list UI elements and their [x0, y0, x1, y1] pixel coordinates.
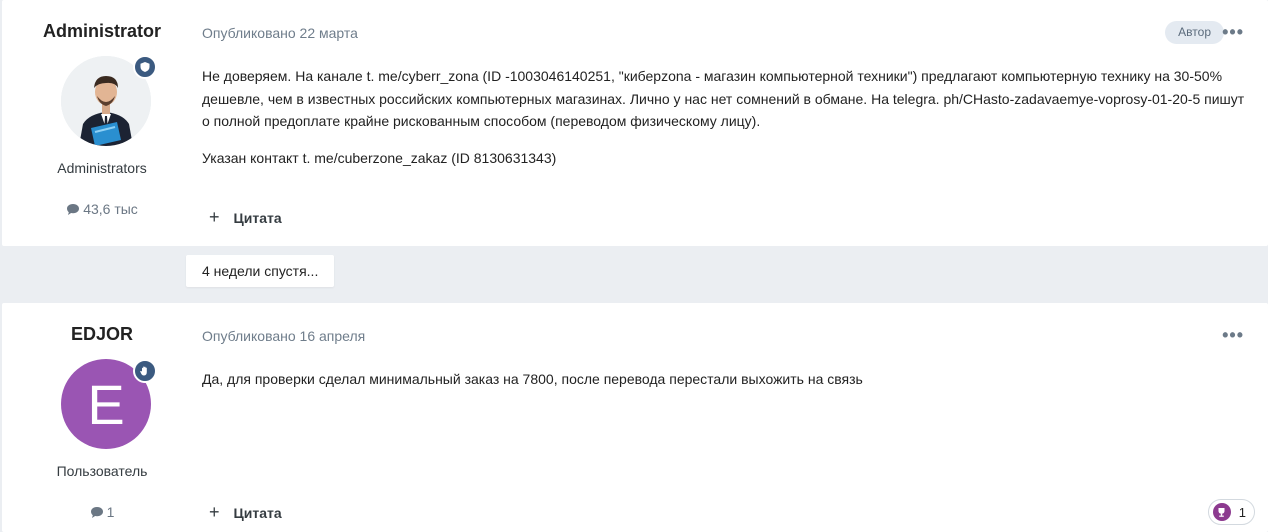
ellipsis-icon: ••• [1222, 325, 1244, 345]
post-count-value: 43,6 тыс [83, 201, 138, 217]
post: Administrator Administrators 43,6 тыс Оп… [2, 0, 1268, 246]
post-count: 1 [2, 504, 202, 520]
post-paragraph: Указан контакт t. me/cuberzone_zakaz (ID… [202, 149, 557, 166]
author-group: Administrators [57, 160, 147, 176]
author-badge: Автор [1165, 21, 1224, 44]
post-content: Не доверяем. На канале t. me/cyberr_zona… [202, 65, 1248, 183]
reaction-button[interactable]: 1 [1207, 499, 1255, 525]
avatar-letter: E [87, 372, 125, 436]
post-date[interactable]: Опубликовано 16 апреля [202, 328, 365, 344]
post-paragraph: Да, для проверки сделал минимальный зака… [202, 371, 863, 387]
post-date[interactable]: Опубликовано 22 марта [202, 25, 358, 41]
reaction-count: 1 [1238, 504, 1246, 520]
quote-button[interactable]: + Цитата [209, 502, 282, 523]
trophy-icon [1212, 503, 1231, 521]
hand-icon [133, 359, 157, 383]
post-more-button[interactable]: ••• [1222, 325, 1244, 346]
shield-icon [133, 55, 157, 79]
speech-bubble-icon [90, 506, 103, 518]
plus-icon: + [209, 207, 220, 227]
ellipsis-icon: ••• [1222, 22, 1244, 42]
post-paragraph: Не доверяем. На канале t. me/cyberr_zona… [202, 68, 1245, 129]
post-more-button[interactable]: ••• [1222, 22, 1244, 43]
speech-bubble-icon [67, 203, 80, 215]
quote-button-label: Цитата [233, 209, 282, 226]
plus-icon: + [209, 502, 220, 522]
author-name[interactable]: Administrator [2, 21, 202, 42]
post: EDJOR E Пользователь 1 Опубликовано 16 а… [2, 303, 1268, 532]
post-count: 43,6 тыс [2, 201, 202, 217]
quote-button[interactable]: + Цитата [209, 207, 282, 228]
author-group: Пользователь [56, 463, 148, 479]
author-name[interactable]: EDJOR [2, 324, 202, 345]
post-count-value: 1 [106, 504, 115, 520]
quote-button-label: Цитата [233, 504, 282, 521]
post-content: Да, для проверки сделал минимальный зака… [202, 368, 1248, 405]
time-gap-label: 4 недели спустя... [186, 255, 335, 287]
